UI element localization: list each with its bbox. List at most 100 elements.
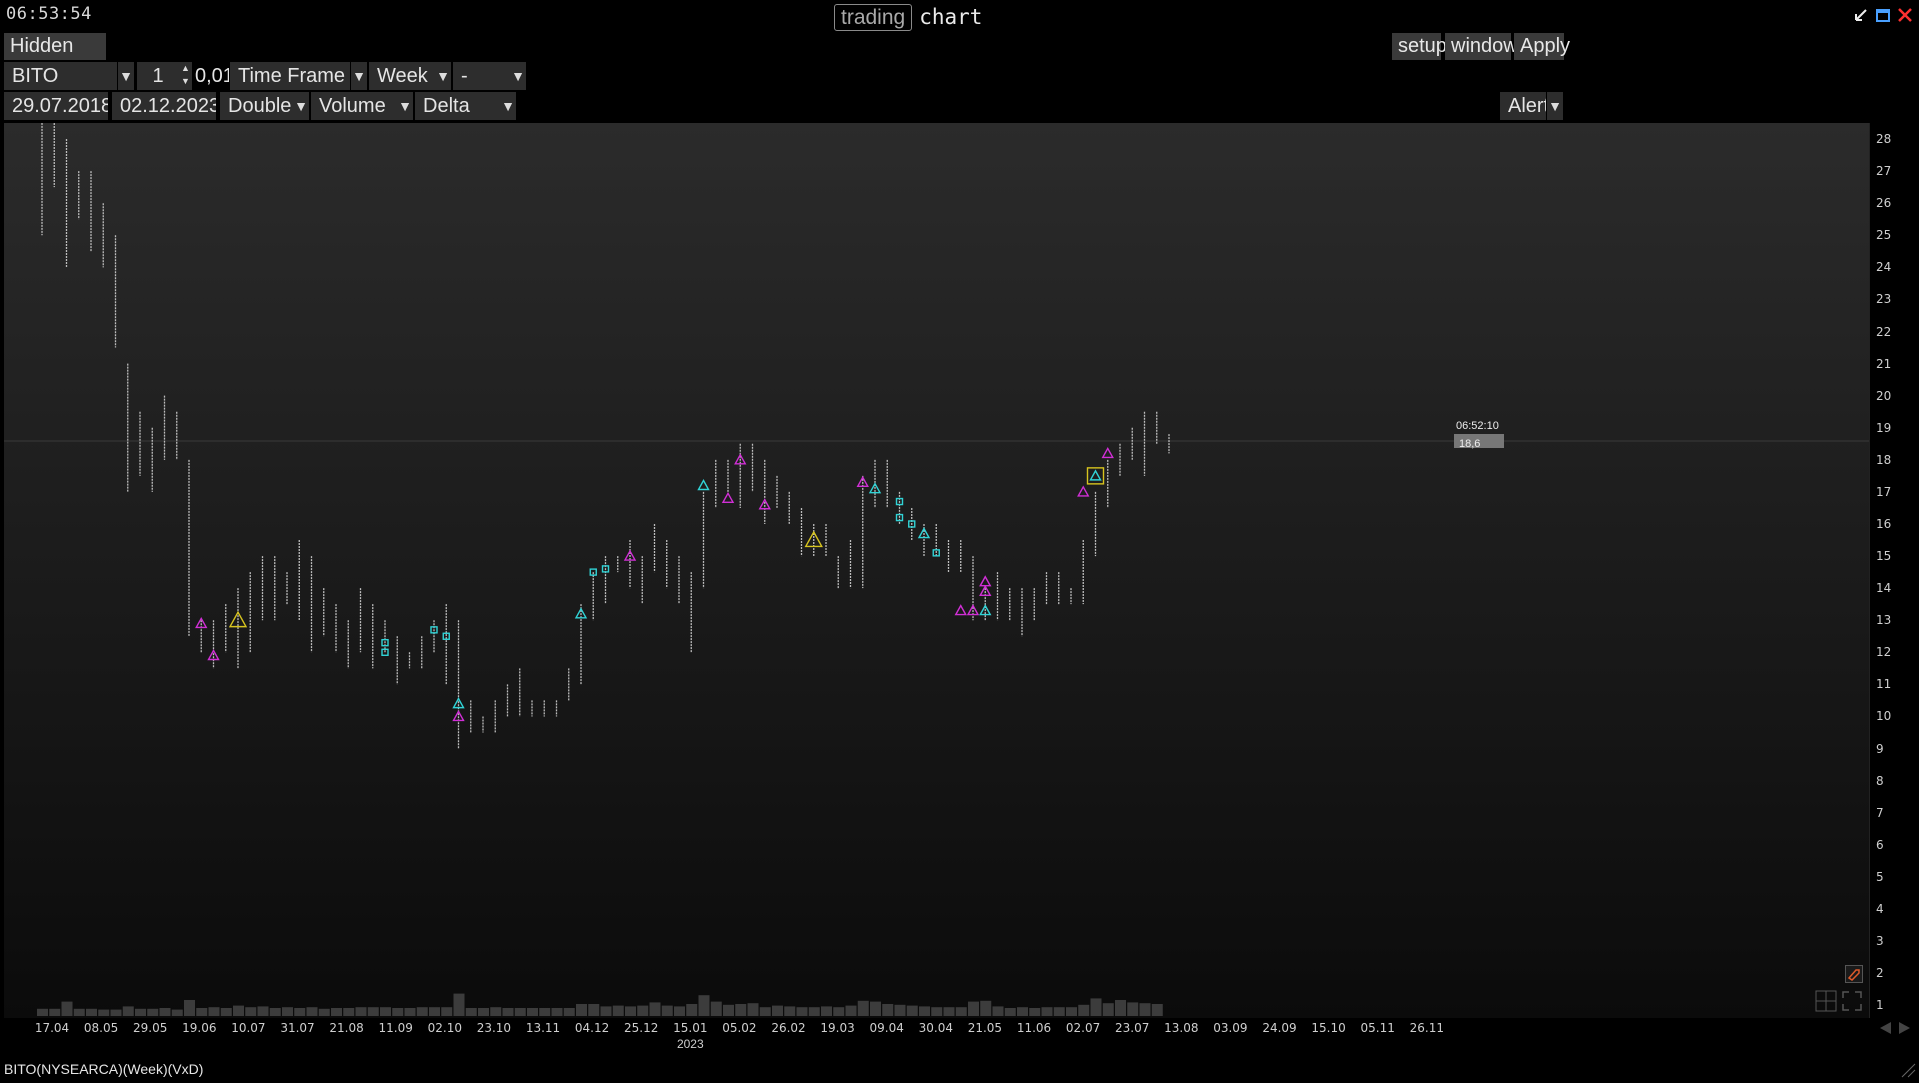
crosshair-icon[interactable]: [1815, 990, 1837, 1012]
x-tick-label: 29.05: [133, 1021, 168, 1035]
y-tick-label: 6: [1876, 837, 1884, 852]
volume-bar: [759, 1007, 771, 1016]
x-tick-label: 21.08: [329, 1021, 364, 1035]
x-year-label: 2023: [676, 1037, 704, 1051]
y-tick-label: 21: [1876, 356, 1892, 371]
volume-bar: [73, 1008, 85, 1016]
volume-bar: [1090, 998, 1102, 1016]
y-tick-label: 15: [1876, 549, 1892, 564]
y-tick-label: 13: [1876, 613, 1892, 628]
volume-bar: [833, 1007, 845, 1016]
volume-bar: [539, 1008, 551, 1016]
tick-size-field[interactable]: 0,01: [193, 62, 229, 90]
volume-bar: [931, 1007, 943, 1016]
volume-bar: [674, 1006, 685, 1016]
date-from-field[interactable]: 29.07.2018: [4, 92, 108, 120]
volume-bar: [380, 1007, 391, 1016]
period-dropdown-icon[interactable]: ▼: [435, 62, 451, 90]
maximize-icon[interactable]: [1875, 7, 1891, 23]
volume-bar: [1102, 1003, 1114, 1016]
y-tick-label: 24: [1876, 260, 1892, 275]
volume-bar: [992, 1006, 1004, 1016]
x-tick-label: 26.11: [1409, 1021, 1444, 1035]
alert-dropdown-icon[interactable]: ▼: [1547, 92, 1563, 120]
volume-bar: [490, 1007, 502, 1016]
y-tick-label: 8: [1876, 773, 1884, 788]
period-field[interactable]: Week: [369, 62, 435, 90]
volume-bar: [392, 1008, 404, 1016]
date-to-field[interactable]: 02.12.2023: [112, 92, 216, 120]
chart-style-dropdown-icon[interactable]: ▼: [293, 92, 309, 120]
tag-icon[interactable]: [1845, 965, 1863, 983]
y-tick-label: 19: [1876, 420, 1892, 435]
x-tick-label: 05.02: [722, 1021, 757, 1035]
volume-bar: [110, 1009, 122, 1016]
volume-bar: [551, 1008, 563, 1016]
y-tick-label: 23: [1876, 292, 1892, 307]
chart-style-field[interactable]: Double C: [220, 92, 293, 120]
minimize-icon[interactable]: [1853, 7, 1869, 23]
volume-bar: [1041, 1007, 1053, 1016]
indicator1-field[interactable]: Volume: [311, 92, 397, 120]
volume-bar: [465, 1008, 477, 1016]
apply-button[interactable]: Apply: [1514, 33, 1570, 60]
volume-bar: [441, 1007, 453, 1016]
last-price-time: 06:52:10: [1456, 420, 1499, 432]
hidden-ticks-button[interactable]: Hidden Ticks: [4, 33, 106, 84]
volume-bar: [784, 1006, 796, 1016]
multiplier-field[interactable]: 1: [137, 62, 179, 90]
y-tick-label: 25: [1876, 228, 1892, 243]
x-tick-label: 11.09: [378, 1021, 413, 1035]
volume-bar: [196, 1008, 208, 1016]
indicator2-dropdown-icon[interactable]: ▼: [500, 92, 516, 120]
y-tick-label: 28: [1876, 132, 1892, 147]
setup-button[interactable]: setup: [1392, 33, 1447, 60]
y-tick-label: 2: [1876, 966, 1884, 981]
volume-bar: [257, 1006, 269, 1016]
y-axis[interactable]: 1 2 3 4 5 6 7 8 9 10 11 12 13 14 15 16 17 18 19 20 21 22 23 24 2…: [1869, 123, 1919, 1018]
volume-bar: [135, 1008, 146, 1016]
y-tick-label: 20: [1876, 388, 1892, 403]
y-tick-label: 11: [1876, 677, 1892, 692]
volume-bar: [588, 1004, 600, 1016]
chart-background: [4, 123, 1869, 1018]
resize-grip-icon[interactable]: [1900, 1062, 1916, 1083]
volume-bar: [1151, 1004, 1163, 1016]
volume-bar: [637, 1005, 649, 1016]
volume-bar: [49, 1008, 61, 1016]
alert-field[interactable]: Alert: [1500, 92, 1546, 120]
scroll-arrows[interactable]: [1874, 1018, 1916, 1038]
price-chart[interactable]: [4, 123, 1869, 1018]
y-tick-label: 14: [1876, 581, 1892, 596]
volume-bar: [649, 1002, 661, 1016]
time-frame-field[interactable]: Time Frame: [230, 62, 350, 90]
extra-dropdown-icon[interactable]: ▼: [510, 62, 526, 90]
x-tick-label: 13.11: [525, 1021, 561, 1035]
indicator2-field[interactable]: Delta: [415, 92, 500, 120]
extra-field[interactable]: -: [453, 62, 510, 90]
x-tick-label: 19.03: [820, 1021, 855, 1035]
x-tick-label: 25.12: [624, 1021, 659, 1035]
volume-bar: [98, 1009, 110, 1016]
volume-bar: [943, 1007, 955, 1016]
y-tick-label: 3: [1876, 934, 1884, 948]
time-frame-dropdown-icon[interactable]: ▼: [351, 62, 367, 90]
multiplier-stepper[interactable]: ▲ ▼: [179, 62, 192, 90]
indicator1-dropdown-icon[interactable]: ▼: [397, 92, 413, 120]
window-button[interactable]: window: [1445, 33, 1518, 60]
expand-icon[interactable]: [1841, 990, 1863, 1012]
y-tick-label: 27: [1876, 164, 1892, 179]
x-tick-label: 04.12: [574, 1021, 610, 1035]
close-icon[interactable]: [1897, 7, 1913, 23]
x-tick-label: 23.07: [1115, 1021, 1150, 1035]
volume-bar: [723, 1004, 734, 1016]
volume-bar: [294, 1008, 306, 1016]
volume-bar: [882, 1004, 894, 1016]
x-axis[interactable]: 17.04 08.05 29.05 19.06 10.07 31.07 21.08 11.09…: [0, 1018, 1869, 1066]
volume-bar: [563, 1008, 575, 1016]
x-tick-label: 23.10: [476, 1021, 512, 1035]
volume-bar: [527, 1008, 538, 1016]
symbol-field[interactable]: BITO: [4, 62, 117, 90]
symbol-dropdown-icon[interactable]: ▼: [118, 62, 134, 90]
volume-bar: [870, 1001, 881, 1016]
